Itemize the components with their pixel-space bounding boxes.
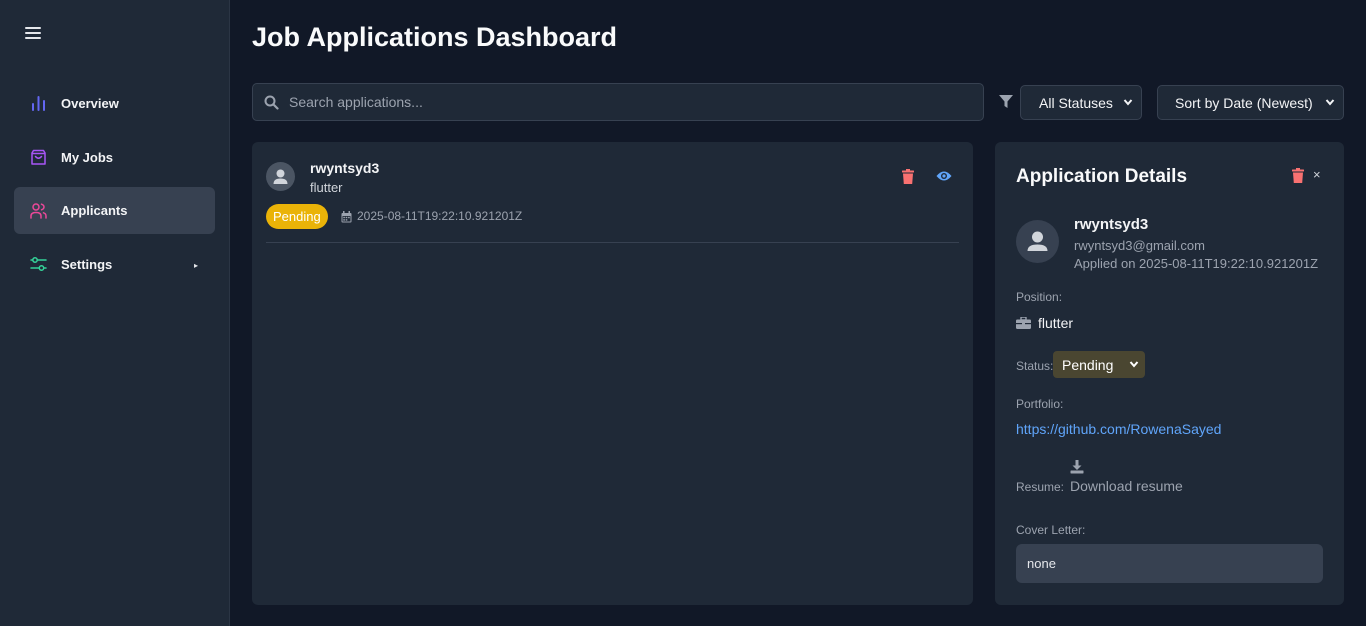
eye-icon[interactable] — [936, 170, 952, 182]
trash-icon[interactable] — [1292, 168, 1304, 183]
users-icon — [30, 203, 47, 219]
search-icon — [264, 95, 279, 110]
applicant-name: rwyntsyd3 — [1074, 216, 1149, 233]
download-icon[interactable] — [1070, 460, 1084, 474]
applied-date: Applied on 2025-08-11T19:22:10.921201Z — [1074, 256, 1319, 271]
user-icon — [1027, 231, 1048, 251]
details-title: Application Details — [1016, 166, 1188, 187]
chevron-down-icon — [1325, 99, 1335, 106]
status-select[interactable]: Pending — [1053, 351, 1145, 378]
applicant-name: rwyntsyd3 — [310, 160, 380, 176]
sort-select[interactable]: Sort by Date (Newest) — [1157, 85, 1344, 120]
sidebar-item-applicants[interactable]: Applicants — [14, 187, 215, 234]
trash-icon[interactable] — [902, 169, 914, 184]
portfolio-label: Portfolio: — [1016, 397, 1064, 411]
chevron-down-icon — [1129, 361, 1139, 368]
close-button[interactable]: × — [1313, 167, 1321, 182]
search-box[interactable] — [252, 83, 984, 121]
status-filter-value: All Statuses — [1039, 94, 1113, 111]
sidebar-item-overview[interactable]: Overview — [14, 80, 215, 127]
portfolio-link[interactable]: https://github.com/RowenaSayed — [1016, 421, 1221, 437]
download-resume-link[interactable]: Download resume — [1070, 478, 1183, 494]
bar-chart-icon — [32, 96, 45, 111]
filter-icon — [999, 95, 1013, 108]
sidebar-item-label: Overview — [61, 96, 119, 111]
sidebar-item-label: Settings — [61, 257, 113, 272]
menu-icon[interactable] — [25, 26, 41, 40]
caret-right-icon: ▸ — [193, 261, 198, 270]
applicant-position: flutter — [310, 180, 343, 195]
chevron-down-icon — [1123, 99, 1133, 106]
briefcase-icon — [1016, 317, 1031, 329]
status-badge: Pending — [266, 204, 328, 229]
position-value: flutter — [1038, 315, 1074, 331]
sliders-icon — [30, 257, 47, 271]
user-icon — [273, 169, 288, 184]
status-filter-select[interactable]: All Statuses — [1020, 85, 1142, 120]
status-value: Pending — [1062, 356, 1114, 373]
avatar — [266, 162, 295, 191]
sidebar-item-label: Applicants — [61, 203, 128, 218]
cover-letter-label: Cover Letter: — [1016, 523, 1086, 537]
status-label: Status: — [1016, 359, 1054, 373]
applied-date: 2025-08-11T19:22:10.921201Z — [357, 209, 523, 223]
calendar-icon — [341, 211, 352, 223]
sort-value: Sort by Date (Newest) — [1175, 94, 1313, 111]
divider — [266, 242, 959, 243]
search-input[interactable] — [289, 84, 969, 120]
cover-letter-text: none — [1016, 544, 1323, 583]
sidebar-item-settings[interactable]: Settings ▸ — [14, 241, 215, 288]
sidebar: Overview My Jobs Applicants Settings ▸ — [0, 0, 230, 626]
sidebar-item-label: My Jobs — [61, 150, 114, 165]
applications-list: rwyntsyd3 flutter Pending 2025-08-11T19:… — [252, 142, 973, 605]
sidebar-item-my-jobs[interactable]: My Jobs — [14, 134, 215, 181]
position-label: Position: — [1016, 290, 1063, 304]
application-details-panel: Application Details × rwyntsyd3 rwyntsyd… — [995, 142, 1344, 605]
resume-label: Resume: — [1016, 480, 1065, 494]
avatar — [1016, 220, 1059, 263]
applicant-email: rwyntsyd3@gmail.com — [1074, 238, 1205, 253]
page-title: Job Applications Dashboard — [252, 22, 618, 52]
shopping-bag-icon — [31, 149, 46, 165]
